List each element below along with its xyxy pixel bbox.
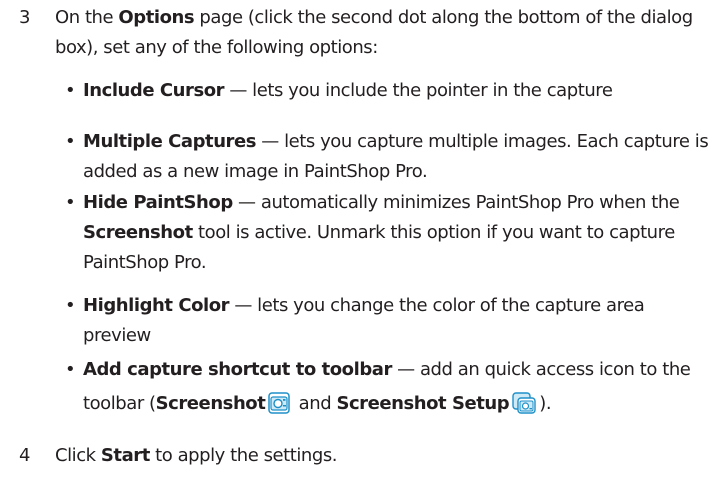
step-text-part: Click [55,445,101,466]
step-text-part: to apply the settings. [149,445,338,466]
bullet: • [65,192,76,213]
step-text-part: On the [55,7,119,28]
option-term: Multiple Captures [83,131,257,152]
option-description: and [293,393,337,414]
step-number: 3 [19,7,31,28]
option-add-capture-shortcut: • Add capture shortcut to toolbar — add … [57,353,712,426]
option-multiple-captures: • Multiple Captures — lets you capture m… [57,127,712,187]
bullet: • [65,359,76,380]
screenshot-setup-term: Screenshot Setup [336,393,510,414]
option-hide-paintshop: • Hide PaintShop — automatically minimiz… [57,188,712,278]
option-include-cursor: • Include Cursor — lets you include the … [57,76,712,106]
step-text: Click Start to apply the settings. [55,441,710,471]
option-highlight-color: • Highlight Color — lets you change the … [57,291,712,351]
option-term: Hide PaintShop [83,192,233,213]
option-term: Highlight Color [83,295,230,316]
screenshot-term: Screenshot [155,393,266,414]
screenshot-setup-icon [512,392,536,426]
screenshot-tool-term: Screenshot [83,222,193,243]
option-term: Include Cursor [83,80,225,101]
option-description: — automatically minimizes PaintShop Pro … [232,192,680,213]
option-term: Add capture shortcut to toolbar [83,359,392,380]
bullet: • [65,295,76,316]
option-description: ). [539,393,552,414]
bullet: • [65,80,76,101]
step-number: 4 [19,445,31,466]
options-page-term: Options [118,7,195,28]
camera-icon [268,392,291,426]
option-description: — lets you include the pointer in the ca… [224,80,613,101]
bullet: • [65,131,76,152]
step-text: On the Options page (click the second do… [55,3,710,63]
start-button-term: Start [100,445,150,466]
